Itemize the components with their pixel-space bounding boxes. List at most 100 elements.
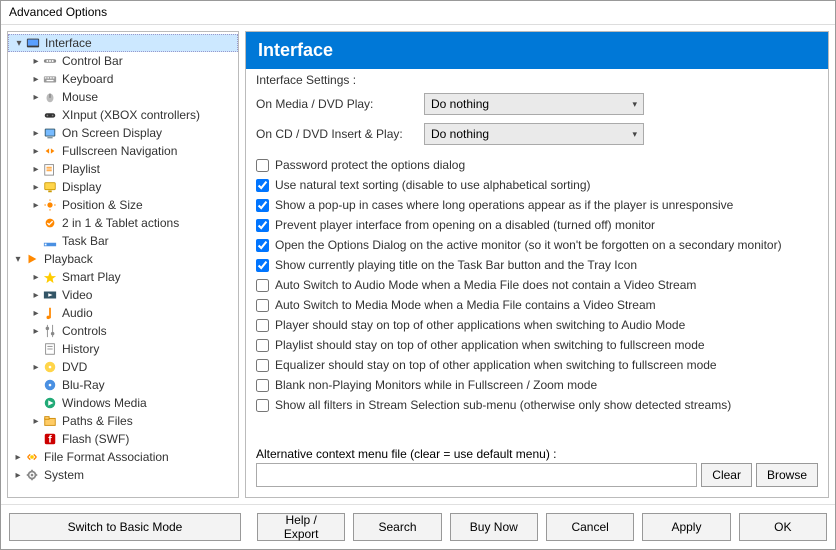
option-checkbox[interactable] — [256, 259, 269, 272]
tree-item-controlbar[interactable]: ▸ Control Bar — [8, 52, 238, 70]
browse-button[interactable]: Browse — [756, 463, 818, 487]
option-label: Prevent player interface from opening on… — [275, 218, 655, 232]
option-label: Show currently playing title on the Task… — [275, 258, 637, 272]
tree-item-display[interactable]: ▸Display — [8, 178, 238, 196]
cd-insert-value: Do nothing — [431, 127, 489, 141]
option-checkbox[interactable] — [256, 279, 269, 292]
tree-item-playback[interactable]: ▾Playback — [8, 250, 238, 268]
option-checkbox[interactable] — [256, 179, 269, 192]
option-row: Use natural text sorting (disable to use… — [256, 175, 824, 195]
tree-item-history[interactable]: History — [8, 340, 238, 358]
tree-item-mouse[interactable]: ▸Mouse — [8, 88, 238, 106]
tree-arrow-icon[interactable]: ▸ — [30, 326, 42, 337]
tree-item-smartplay[interactable]: ▸Smart Play — [8, 268, 238, 286]
option-checkbox[interactable] — [256, 399, 269, 412]
media-play-value: Do nothing — [431, 97, 489, 111]
position-icon — [42, 197, 58, 213]
tree-arrow-icon[interactable]: ▸ — [30, 182, 42, 193]
search-button[interactable]: Search — [353, 513, 441, 541]
option-checkbox[interactable] — [256, 379, 269, 392]
tree-item-video[interactable]: ▸Video — [8, 286, 238, 304]
option-checkbox[interactable] — [256, 339, 269, 352]
tree-item-audio[interactable]: ▸Audio — [8, 304, 238, 322]
tree-arrow-icon[interactable]: ▸ — [30, 164, 42, 175]
tree-item-taskbar[interactable]: Task Bar — [8, 232, 238, 250]
tree-item-dvd[interactable]: ▸DVD — [8, 358, 238, 376]
tree-item-position[interactable]: ▸Position & Size — [8, 196, 238, 214]
cd-insert-select[interactable]: Do nothing ▾ — [424, 123, 644, 145]
tree-item-label: History — [62, 342, 99, 356]
tree-item-paths[interactable]: ▸Paths & Files — [8, 412, 238, 430]
tree-item-fullscreen[interactable]: ▸Fullscreen Navigation — [8, 142, 238, 160]
tree-arrow-icon[interactable]: ▸ — [30, 146, 42, 157]
tree-item-label: Controls — [62, 324, 107, 338]
tree-item-system[interactable]: ▸ System — [8, 466, 238, 484]
option-checkbox[interactable] — [256, 299, 269, 312]
taskbar-icon — [42, 233, 58, 249]
option-label: Open the Options Dialog on the active mo… — [275, 238, 782, 252]
tree-item-keyboard[interactable]: ▸Keyboard — [8, 70, 238, 88]
tree-item-playlist[interactable]: ▸ Playlist — [8, 160, 238, 178]
switch-basic-button[interactable]: Switch to Basic Mode — [9, 513, 241, 541]
paths-icon — [42, 413, 58, 429]
tree-arrow-icon[interactable]: ▸ — [30, 362, 42, 373]
playback-icon — [24, 251, 40, 267]
option-checkbox[interactable] — [256, 319, 269, 332]
tree-item-label: On Screen Display — [62, 126, 162, 140]
tree-item-label: File Format Association — [44, 450, 169, 464]
option-checkbox[interactable] — [256, 239, 269, 252]
tree-arrow-icon[interactable]: ▸ — [12, 452, 24, 463]
tree-item-label: Playlist — [62, 162, 100, 176]
mouse-icon — [42, 89, 58, 105]
buy-now-button[interactable]: Buy Now — [450, 513, 538, 541]
checkbox-list[interactable]: Password protect the options dialogUse n… — [246, 149, 828, 441]
tree-arrow-icon[interactable]: ▾ — [12, 254, 24, 265]
interface-icon — [25, 35, 41, 51]
media-play-label: On Media / DVD Play: — [256, 97, 416, 111]
tree-arrow-icon[interactable]: ▾ — [13, 38, 25, 49]
window-titlebar: Advanced Options — [1, 1, 835, 25]
tree-arrow-icon[interactable]: ▸ — [30, 308, 42, 319]
tree-item-controls[interactable]: ▸ Controls — [8, 322, 238, 340]
media-play-select[interactable]: Do nothing ▾ — [424, 93, 644, 115]
option-checkbox[interactable] — [256, 199, 269, 212]
tree-arrow-icon[interactable]: ▸ — [30, 56, 42, 67]
clear-button[interactable]: Clear — [701, 463, 752, 487]
help-export-button[interactable]: Help / Export — [257, 513, 345, 541]
tree-item-label: Control Bar — [62, 54, 123, 68]
tree-arrow-icon[interactable]: ▸ — [30, 74, 42, 85]
tree-item-label: System — [44, 468, 84, 482]
option-label: Show all filters in Stream Selection sub… — [275, 398, 731, 412]
nav-tree[interactable]: ▾Interface▸Control Bar▸Keyboard▸MouseXIn… — [7, 31, 239, 498]
window-title: Advanced Options — [9, 5, 107, 19]
alt-menu-input[interactable] — [256, 463, 697, 487]
tree-arrow-icon[interactable]: ▸ — [30, 128, 42, 139]
tree-item-interface[interactable]: ▾ Interface — [8, 34, 238, 52]
ok-button[interactable]: OK — [739, 513, 827, 541]
system-icon — [24, 467, 40, 483]
apply-button[interactable]: Apply — [642, 513, 730, 541]
option-checkbox[interactable] — [256, 159, 269, 172]
tree-arrow-icon[interactable]: ▸ — [30, 416, 42, 427]
tree-item-wmedia[interactable]: Windows Media — [8, 394, 238, 412]
tree-arrow-icon[interactable]: ▸ — [30, 92, 42, 103]
tree-arrow-icon[interactable]: ▸ — [30, 200, 42, 211]
tree-item-tablet[interactable]: 2 in 1 & Tablet actions — [8, 214, 238, 232]
tree-item-bluray[interactable]: Blu-Ray — [8, 376, 238, 394]
audio-icon — [42, 305, 58, 321]
tree-item-label: Interface — [45, 36, 92, 50]
option-label: Auto Switch to Audio Mode when a Media F… — [275, 278, 696, 292]
cd-insert-label: On CD / DVD Insert & Play: — [256, 127, 416, 141]
tree-item-osd[interactable]: ▸ On Screen Display — [8, 124, 238, 142]
option-checkbox[interactable] — [256, 219, 269, 232]
tree-arrow-icon[interactable]: ▸ — [12, 470, 24, 481]
option-row: Show a pop-up in cases where long operat… — [256, 195, 824, 215]
option-checkbox[interactable] — [256, 359, 269, 372]
tree-arrow-icon[interactable]: ▸ — [30, 290, 42, 301]
tablet-icon — [42, 215, 58, 231]
tree-item-xinput[interactable]: XInput (XBOX controllers) — [8, 106, 238, 124]
cancel-button[interactable]: Cancel — [546, 513, 634, 541]
tree-item-flash[interactable]: fFlash (SWF) — [8, 430, 238, 448]
tree-arrow-icon[interactable]: ▸ — [30, 272, 42, 283]
tree-item-fileformat[interactable]: ▸ File Format Association — [8, 448, 238, 466]
